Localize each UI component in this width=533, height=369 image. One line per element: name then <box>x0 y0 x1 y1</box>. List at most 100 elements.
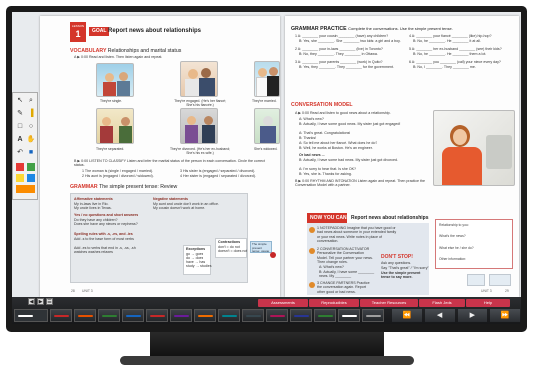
gp-line-12[interactable]: B: No, I ________. They ________ me. <box>413 65 476 69</box>
view-controls: ◀ ▶ ☰ <box>28 298 53 306</box>
pen-slot[interactable] <box>218 309 240 322</box>
gp-line-2[interactable]: B: Yes, she ________. She ________ two k… <box>299 39 401 43</box>
widowed-caption: She's widowed. <box>254 147 278 151</box>
gp-line-4[interactable]: B: No, they ________. They ________ in O… <box>299 52 378 56</box>
resource-tabs: Assessments Reproducibles Teacher Resour… <box>258 299 510 307</box>
grammar-spelling-head: Spelling rules with -s, -es, and -ies <box>74 232 133 236</box>
gp-line-9[interactable]: 5 A: ________ her ex-husband ________ (s… <box>409 47 502 51</box>
cm-line-8: B: Actually, I have some bad news. My si… <box>299 158 399 162</box>
separated-photo <box>96 108 134 144</box>
pen-slot[interactable] <box>74 309 96 322</box>
pen-icon <box>54 315 69 317</box>
pen-slot[interactable] <box>242 309 264 322</box>
exceptions-4: study → studies <box>186 264 212 268</box>
grammar-panel: Affirmative statements My in-laws live i… <box>70 193 248 283</box>
pen-slot[interactable] <box>194 309 216 322</box>
grammar-audio-icon[interactable] <box>270 252 276 258</box>
left-page[interactable]: LESSON 1 GOAL Report news about relation… <box>40 16 280 297</box>
form-label-relationship: Relationship to you: <box>439 223 469 227</box>
pen-slot[interactable] <box>170 309 192 322</box>
tab-teacher-resources[interactable]: Teacher Resources <box>360 299 418 307</box>
pen-slot[interactable] <box>314 309 336 322</box>
last-page-icon[interactable]: ⏩ <box>490 309 520 322</box>
previous-view-icon[interactable]: ◀ <box>28 298 35 305</box>
blue-swatch[interactable] <box>27 174 35 182</box>
next-view-icon[interactable]: ▶ <box>37 298 44 305</box>
tab-reproducibles[interactable]: Reproducibles <box>309 299 359 307</box>
nyt-step-3: 3 CHANGE PARTNERS Practice the conversat… <box>317 281 370 294</box>
now-you-can-tag: NOW YOU CAN <box>307 213 347 223</box>
listen-item-4[interactable]: 4 Her sister is (engaged / separated / d… <box>180 174 256 178</box>
page-navigation: ⏪ ◀ ▶ ⏩ <box>392 309 520 322</box>
text-icon[interactable]: A <box>15 135 25 145</box>
grammar-title: GRAMMAR <box>70 184 98 190</box>
cm-line-10: B: Yes, she is. Thanks for asking. <box>299 172 352 176</box>
color-icon[interactable]: ■ <box>26 148 36 158</box>
gp-line-6[interactable]: B: Yes, they ________. They ________ for… <box>299 65 394 69</box>
grammar-practice-heading: GRAMMAR PRACTICE Complete the conversati… <box>291 26 453 32</box>
hand-icon[interactable]: ✋ <box>26 135 36 145</box>
shape-icon[interactable]: ○ <box>26 122 36 132</box>
eraser-icon[interactable]: □ <box>15 122 25 132</box>
pen-slot[interactable] <box>14 309 48 322</box>
married-photo <box>254 61 280 97</box>
tab-assessments[interactable]: Assessments <box>258 299 308 307</box>
listen-item-2[interactable]: 2 His aunt is (engaged / divorced / wido… <box>82 174 154 178</box>
form-label-else: What else he / she do? <box>439 246 474 250</box>
pen-slot[interactable] <box>98 309 120 322</box>
highlighter-icon[interactable]: ▐ <box>26 109 36 119</box>
menu-icon[interactable]: ☰ <box>46 298 53 305</box>
gp-line-10[interactable]: B: No, he ________. He ________ them a l… <box>413 52 486 56</box>
pen-slot[interactable] <box>50 309 72 322</box>
phone-call-photo <box>433 110 515 186</box>
pen-icon <box>294 315 309 317</box>
green-swatch[interactable] <box>27 163 35 171</box>
right-page[interactable]: GRAMMAR PRACTICE Complete the conversati… <box>285 16 519 297</box>
widowed-photo <box>254 108 280 144</box>
pen-slot[interactable] <box>146 309 168 322</box>
bottom-toolbar: ◀ ▶ ☰ Assessments Reproducibles Teacher … <box>12 297 521 324</box>
gp-line-3[interactable]: 2 A: ________ your in-laws ________ (liv… <box>295 47 383 51</box>
tab-flash-jeds[interactable]: Flash Jeds <box>419 299 465 307</box>
dont-stop-title: DON'T STOP! <box>381 254 413 260</box>
gp-line-1[interactable]: 1 A: ________ your cousin ________ (have… <box>295 34 388 38</box>
pen-slot[interactable] <box>290 309 312 322</box>
listen-instruction: B ▶ 0:00 LISTEN TO CLASSIFY Listen and i… <box>74 159 265 168</box>
grammar-practice-instruction: Complete the conversations. Use the simp… <box>348 26 453 31</box>
gp-line-7[interactable]: 4 A: ________ your fiancé ________ (like… <box>409 34 492 38</box>
gp-line-5[interactable]: 3 A: ________ your parents ________ (wor… <box>295 60 383 64</box>
yellow-swatch[interactable] <box>16 174 24 182</box>
pen-icon <box>18 315 33 317</box>
form-label-news: What's the news? <box>439 234 466 238</box>
undo-icon[interactable]: ↶ <box>15 148 25 158</box>
nyt-step-2-b[interactable]: B: Actually, I have some ________ news. … <box>319 270 377 279</box>
first-page-icon[interactable]: ⏪ <box>392 309 422 322</box>
pen-slot[interactable] <box>362 309 384 322</box>
pen-icon[interactable]: ✎ <box>15 109 25 119</box>
dont-stop-2: Say "That's great" / "I'm sorry" <box>381 266 429 270</box>
zoom-icon[interactable]: ⌕ <box>26 96 36 106</box>
notes-form[interactable]: Relationship to you: What's the news? Wh… <box>435 219 513 269</box>
pen-icon <box>198 315 213 317</box>
right-page-number: 29 <box>505 289 509 293</box>
pen-slot[interactable] <box>122 309 144 322</box>
grammar-reference-link[interactable]: The simple present tense: usage and form <box>250 241 272 253</box>
pen-icon <box>174 315 189 317</box>
pen-slot[interactable] <box>338 309 360 322</box>
grammar-practice-title: GRAMMAR PRACTICE <box>291 26 347 32</box>
grammar-heading: GRAMMAR The simple present tense: Review <box>70 184 177 190</box>
gp-line-8[interactable]: B: No, he ________. He ________ it at al… <box>413 39 481 43</box>
red-swatch[interactable] <box>16 163 24 171</box>
tab-help[interactable]: Help <box>466 299 510 307</box>
exceptions-box: Exceptions go → goes do → does have → ha… <box>183 245 212 275</box>
select-icon[interactable]: ↖ <box>15 96 25 106</box>
vocabulary-heading: VOCABULARY Relationships and marital sta… <box>70 48 181 54</box>
gp-line-11[interactable]: 6 A: ________ you ________ (call) your n… <box>409 60 501 64</box>
pen-slot[interactable] <box>266 309 288 322</box>
screen: LESSON 1 GOAL Report news about relation… <box>12 12 521 324</box>
orange-swatch[interactable] <box>16 185 35 193</box>
listen-item-3[interactable]: 3 His sister is (engaged / separated / d… <box>180 169 255 173</box>
listen-item-1[interactable]: 1 The woman is (single / engaged / marri… <box>82 169 153 173</box>
next-page-icon[interactable]: ▶ <box>457 309 488 322</box>
previous-page-icon[interactable]: ◀ <box>424 309 455 322</box>
